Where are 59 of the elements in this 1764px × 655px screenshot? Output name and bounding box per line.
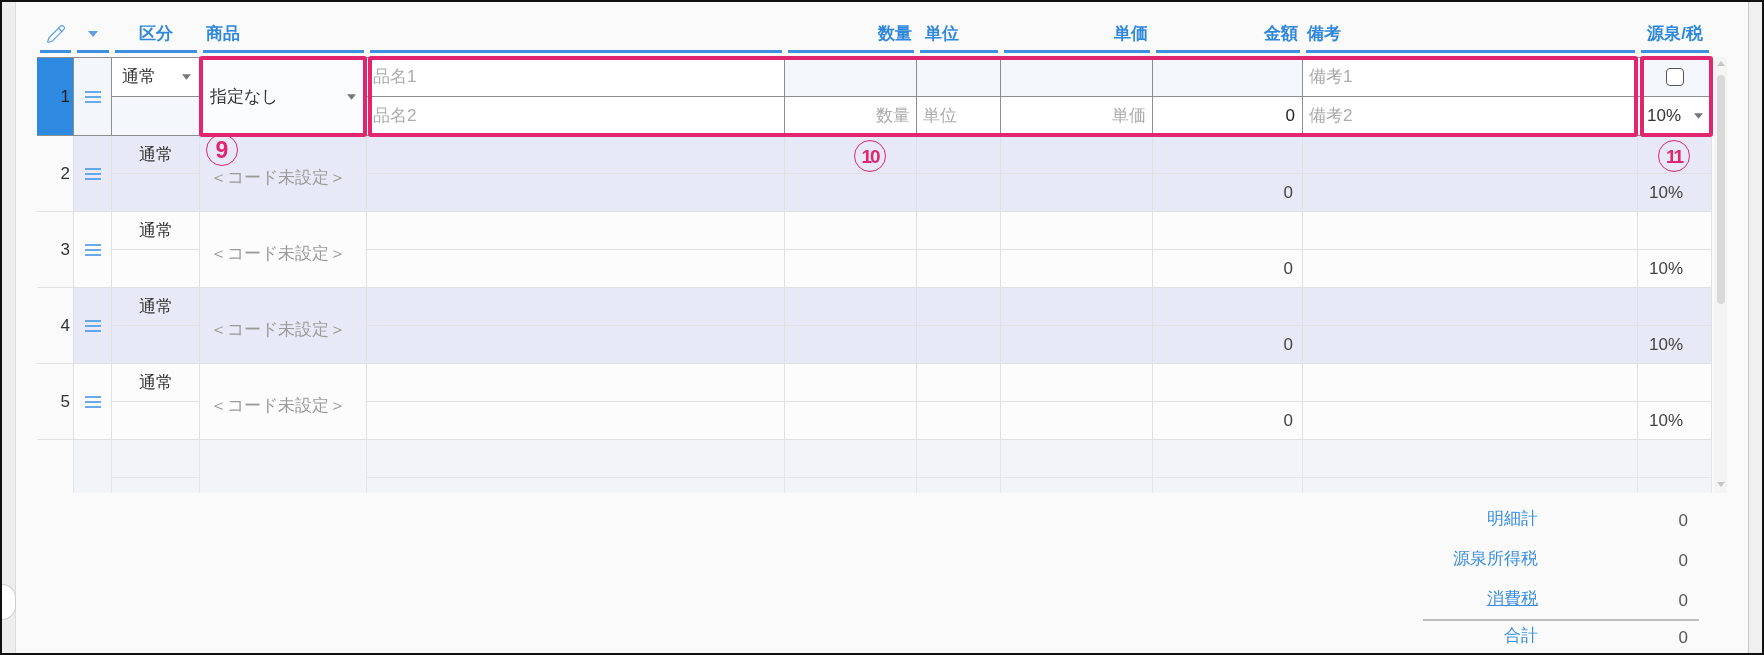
row-number-cell[interactable]: 4 [37, 288, 74, 364]
column-header: 数量 [878, 24, 912, 44]
table-cell-text: 10% [1648, 333, 1685, 356]
table-cell-text: 0 [1282, 333, 1294, 356]
summary-value: 0 [1678, 509, 1688, 532]
table-cell: 通常 [112, 288, 199, 326]
caret-icon [1694, 113, 1703, 119]
input-field[interactable] [1001, 58, 1153, 97]
pencil-icon[interactable] [45, 24, 66, 44]
category-select[interactable]: 通常 [112, 58, 200, 97]
table-cell: ＜コード未設定＞ [210, 168, 346, 187]
checkbox[interactable] [1665, 68, 1684, 86]
table-cell: 通常 [112, 136, 199, 174]
column-header: 金額 [1264, 24, 1298, 44]
row-number-cell[interactable]: 5 [37, 364, 74, 440]
summary-label: 合計 [1504, 625, 1538, 648]
column-header: 区分 [139, 24, 173, 44]
table-cell: 通常 [112, 364, 199, 402]
column-header: 備考 [1307, 24, 1341, 44]
up-arrow-icon[interactable] [1716, 61, 1725, 66]
table-cell: ＜コード未設定＞ [210, 396, 346, 415]
table-cell-text: 10% [1648, 257, 1685, 280]
menu-icon[interactable] [84, 319, 101, 332]
menu-icon[interactable] [84, 243, 101, 256]
row-number-cell[interactable]: 3 [37, 212, 74, 288]
input-field[interactable] [917, 58, 1001, 97]
caret-icon [182, 74, 191, 80]
item-name-field[interactable]: 品名1 [367, 58, 785, 97]
summary-value: 0 [1678, 549, 1688, 572]
scrollbar[interactable] [1714, 57, 1727, 493]
input-field[interactable] [1153, 58, 1303, 97]
table-cell-text: 0 [1282, 409, 1294, 432]
column-header: 源泉/税 [1647, 24, 1703, 44]
scrollbar-thumb[interactable] [1716, 75, 1725, 304]
menu-icon[interactable] [84, 167, 101, 180]
input-field[interactable] [785, 58, 917, 97]
panel-toggle-handle[interactable] [2, 584, 16, 620]
input-field[interactable] [112, 97, 200, 136]
summary-label: 源泉所得税 [1453, 548, 1538, 571]
caret-icon[interactable] [88, 31, 98, 37]
table-cell: 通常 [112, 212, 199, 250]
row-number-cell[interactable]: 1 [37, 58, 74, 136]
summary-value: 0 [1678, 626, 1688, 649]
table-cell-text: 0 [1282, 257, 1294, 280]
table-cell-text: 10% [1648, 181, 1685, 204]
table-cell-text: 10% [1648, 409, 1685, 432]
menu-icon[interactable] [84, 395, 101, 408]
row-number-cell[interactable]: 2 [37, 136, 74, 212]
table-cell: ＜コード未設定＞ [210, 244, 346, 263]
table-cell: ＜コード未設定＞ [210, 320, 346, 339]
column-header: 商品 [206, 24, 240, 44]
summary-label: 明細計 [1487, 508, 1538, 531]
column-header: 単位 [925, 24, 959, 44]
table-cell-text: 0 [1282, 181, 1294, 204]
column-header: 単価 [1114, 24, 1148, 44]
menu-icon[interactable] [84, 90, 101, 103]
down-arrow-icon[interactable] [1716, 482, 1725, 487]
caret-icon [347, 93, 356, 100]
summary-value: 0 [1678, 589, 1688, 612]
